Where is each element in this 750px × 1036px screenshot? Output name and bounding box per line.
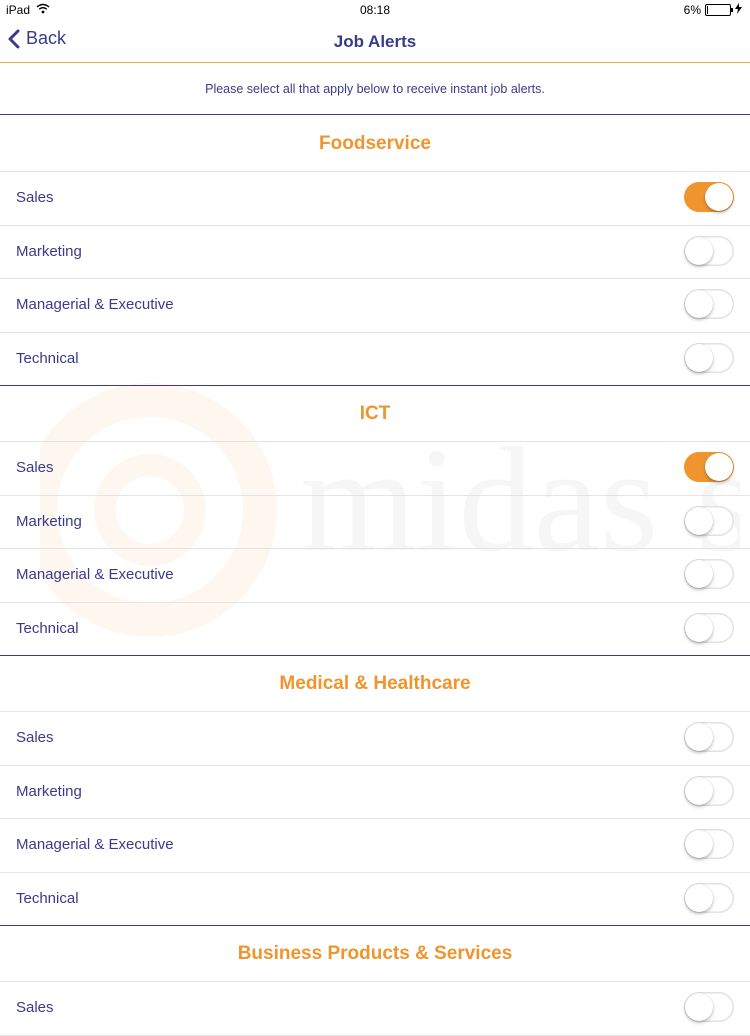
toggle-knob bbox=[685, 236, 713, 265]
alert-toggle-switch[interactable] bbox=[684, 992, 734, 1022]
alert-option-row: Marketing bbox=[0, 226, 750, 279]
alert-toggle-switch[interactable] bbox=[684, 342, 734, 373]
toggle-knob bbox=[685, 613, 713, 642]
toggle-knob bbox=[705, 453, 733, 481]
alert-option-row: Sales bbox=[0, 982, 750, 1036]
alert-option-row: Technical bbox=[0, 603, 750, 656]
alert-option-label: Sales bbox=[16, 189, 54, 206]
alert-option-label: Managerial & Executive bbox=[16, 566, 174, 583]
alert-toggle-switch[interactable] bbox=[684, 775, 734, 806]
alert-option-label: Marketing bbox=[16, 782, 82, 800]
alert-option-label: Managerial & Executive bbox=[16, 296, 174, 313]
alert-toggle-switch[interactable] bbox=[684, 559, 734, 589]
status-bar: iPad 08:18 6% bbox=[0, 0, 750, 22]
alert-option-row: Marketing bbox=[0, 766, 750, 819]
battery-level bbox=[707, 6, 708, 14]
alert-toggle-switch[interactable] bbox=[684, 289, 734, 319]
alert-option-row: Managerial & Executive bbox=[0, 819, 750, 873]
alert-option-label: Sales bbox=[16, 729, 54, 746]
charging-icon bbox=[735, 3, 742, 17]
status-right: 6% bbox=[684, 3, 742, 17]
instructions-text: Please select all that apply below to re… bbox=[0, 64, 750, 115]
alert-option-row: Sales bbox=[0, 712, 750, 766]
alert-option-label: Marketing bbox=[16, 512, 82, 530]
nav-bar: Back Job Alerts bbox=[0, 22, 750, 63]
alert-toggle-switch[interactable] bbox=[684, 505, 734, 536]
toggle-knob bbox=[685, 776, 713, 805]
alert-option-label: Sales bbox=[16, 459, 54, 476]
toggle-knob bbox=[685, 993, 713, 1021]
page-title: Job Alerts bbox=[333, 32, 417, 51]
battery-icon bbox=[705, 4, 733, 16]
alert-option-row: Managerial & Executive bbox=[0, 279, 750, 333]
alert-option-label: Technical bbox=[16, 619, 79, 637]
section-header: ICT bbox=[0, 386, 750, 442]
toggle-knob bbox=[685, 830, 713, 858]
toggle-knob bbox=[685, 290, 713, 318]
alert-option-label: Technical bbox=[16, 349, 79, 367]
battery-percent: 6% bbox=[683, 3, 701, 17]
alert-toggle-switch[interactable] bbox=[684, 235, 734, 266]
alert-option-label: Marketing bbox=[16, 242, 82, 260]
toggle-knob bbox=[685, 560, 713, 588]
alert-option-label: Technical bbox=[16, 889, 79, 907]
toggle-knob bbox=[685, 883, 713, 912]
alert-toggle-switch[interactable] bbox=[684, 829, 734, 859]
alert-option-row: Technical bbox=[0, 873, 750, 926]
alert-option-row: Managerial & Executive bbox=[0, 549, 750, 603]
alert-toggle-switch[interactable] bbox=[684, 722, 734, 752]
alert-toggle-switch[interactable] bbox=[684, 452, 734, 482]
alert-option-row: Sales bbox=[0, 442, 750, 496]
toggle-knob bbox=[685, 506, 713, 535]
alert-option-label: Managerial & Executive bbox=[16, 836, 174, 853]
job-alerts-list: Foodservice Sales Marketing Managerial & Ex… bbox=[0, 116, 750, 1036]
toggle-knob bbox=[705, 183, 733, 211]
alert-option-label: Sales bbox=[16, 999, 54, 1016]
alert-toggle-switch[interactable] bbox=[684, 882, 734, 913]
alert-option-row: Technical bbox=[0, 333, 750, 386]
section-header: Foodservice bbox=[0, 116, 750, 172]
alert-toggle-switch[interactable] bbox=[684, 182, 734, 212]
alert-option-row: Marketing bbox=[0, 496, 750, 549]
alert-toggle-switch[interactable] bbox=[684, 612, 734, 643]
section-header: Business Products & Services bbox=[0, 926, 750, 982]
toggle-knob bbox=[685, 343, 713, 372]
toggle-knob bbox=[685, 723, 713, 751]
status-time: 08:18 bbox=[359, 3, 391, 17]
section-header: Medical & Healthcare bbox=[0, 656, 750, 712]
alert-option-row: Sales bbox=[0, 172, 750, 226]
